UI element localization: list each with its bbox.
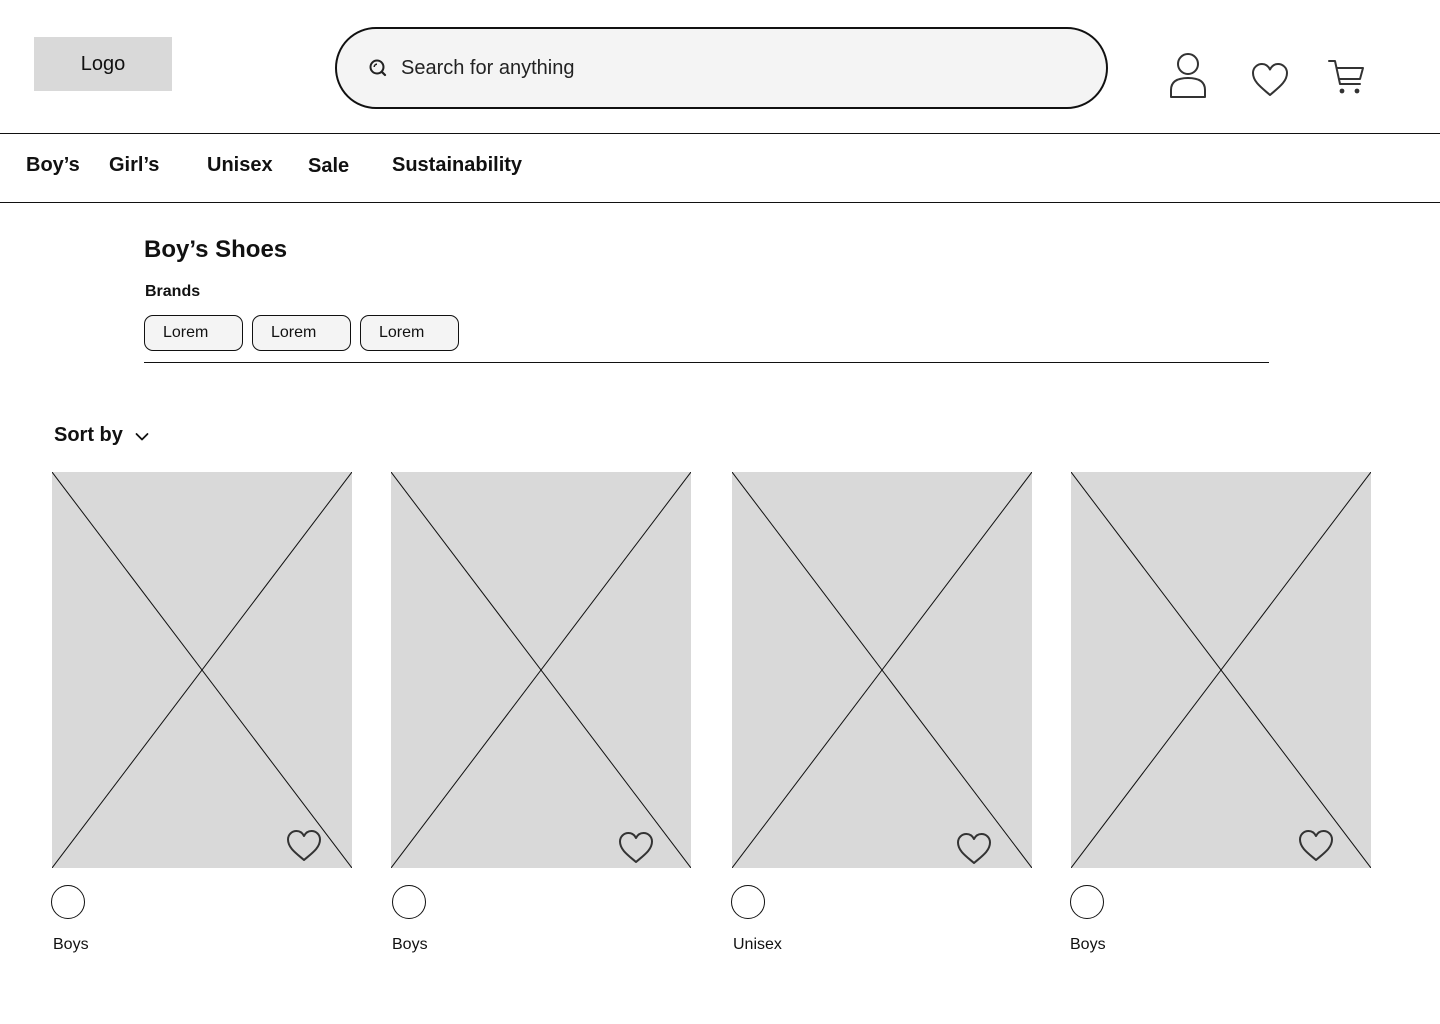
product-image-placeholder[interactable] — [1071, 472, 1371, 868]
nav-item-sale[interactable]: Sale — [308, 155, 349, 178]
product-card[interactable]: Unisex — [731, 472, 1032, 953]
color-swatch[interactable] — [1070, 885, 1104, 919]
color-swatch[interactable] — [392, 885, 426, 919]
nav-item-unisex[interactable]: Unisex — [207, 154, 273, 177]
product-category: Boys — [53, 936, 89, 953]
heart-icon[interactable] — [1250, 62, 1290, 98]
nav-item-boys[interactable]: Boy’s — [26, 154, 80, 177]
cart-icon[interactable] — [1327, 57, 1367, 97]
search-icon — [367, 57, 389, 79]
logo[interactable]: Logo — [34, 37, 172, 91]
wishlist-heart-icon[interactable] — [955, 832, 993, 871]
wishlist-heart-icon[interactable] — [1297, 829, 1335, 868]
sort-dropdown[interactable]: Sort by — [54, 424, 149, 447]
nav-item-sustainability[interactable]: Sustainability — [392, 154, 522, 177]
product-category: Boys — [1070, 936, 1106, 953]
product-category: Boys — [392, 936, 428, 953]
nav-item-girls[interactable]: Girl’s — [109, 154, 159, 177]
chevron-down-icon — [135, 429, 149, 447]
user-icon[interactable] — [1168, 52, 1208, 100]
category-nav: Boy’s Girl’s Unisex Sale Sustainability — [0, 133, 1440, 203]
product-card[interactable]: Boys — [391, 472, 691, 953]
wishlist-heart-icon[interactable] — [617, 831, 655, 870]
brands-label: Brands — [145, 283, 201, 300]
brand-filter-chips: Lorem Lorem Lorem — [144, 315, 459, 351]
brand-chip[interactable]: Lorem — [360, 315, 459, 351]
product-category: Unisex — [733, 936, 782, 953]
search-bar[interactable] — [335, 27, 1108, 109]
color-swatch[interactable] — [51, 885, 85, 919]
brand-chip[interactable]: Lorem — [252, 315, 351, 351]
wishlist-heart-icon[interactable] — [285, 829, 323, 868]
divider — [144, 362, 1269, 363]
sort-label: Sort by — [54, 424, 123, 446]
product-image-placeholder[interactable] — [732, 472, 1032, 868]
product-card[interactable]: Boys — [1070, 472, 1371, 953]
product-card[interactable]: Boys — [51, 472, 352, 953]
product-image-placeholder[interactable] — [391, 472, 691, 868]
color-swatch[interactable] — [731, 885, 765, 919]
search-input[interactable] — [401, 48, 1041, 88]
brand-chip[interactable]: Lorem — [144, 315, 243, 351]
product-image-placeholder[interactable] — [52, 472, 352, 868]
page-title: Boy’s Shoes — [144, 236, 288, 263]
